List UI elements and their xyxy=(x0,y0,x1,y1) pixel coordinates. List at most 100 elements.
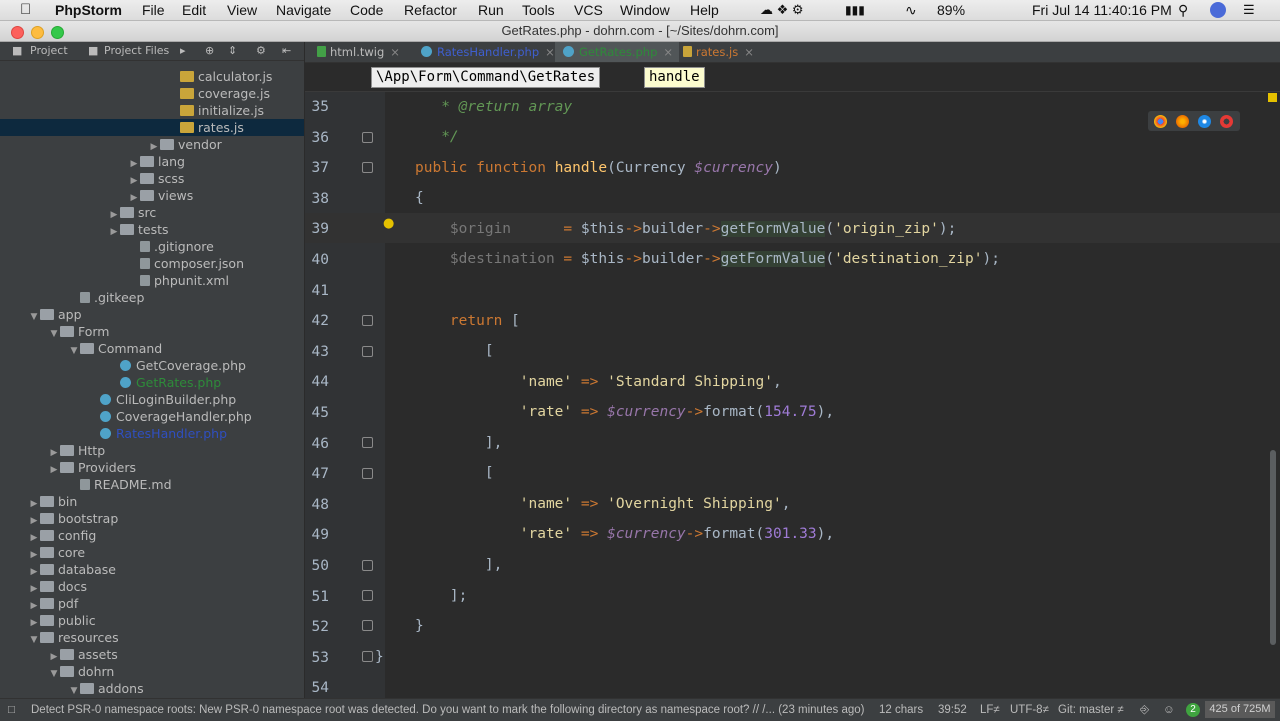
lightbulb-icon[interactable]: ● xyxy=(383,216,394,231)
editor-scrollbar[interactable] xyxy=(1270,450,1276,645)
apple-icon[interactable]:  xyxy=(20,1,31,19)
tree-item[interactable]: phpunit.xml xyxy=(0,272,304,289)
menu-navigate[interactable]: Navigate xyxy=(276,1,331,19)
tab-rates-handler[interactable]: RatesHandler.php × xyxy=(413,42,561,62)
tree-item[interactable]: ▼ app xyxy=(0,306,304,323)
chrome-icon[interactable] xyxy=(1154,115,1167,128)
warning-marker[interactable] xyxy=(1268,93,1277,102)
tree-item[interactable]: RatesHandler.php xyxy=(0,425,304,442)
fold-marker-icon[interactable] xyxy=(362,620,373,631)
status-message[interactable]: Detect PSR-0 namespace roots: New PSR-0 … xyxy=(31,702,865,718)
fold-marker-icon[interactable] xyxy=(362,346,373,357)
tree-item[interactable]: ▼ Command xyxy=(0,340,304,357)
app-menu[interactable]: PhpStorm xyxy=(55,1,122,19)
menu-window[interactable]: Window xyxy=(620,1,670,19)
menu-code[interactable]: Code xyxy=(350,1,383,19)
tree-item[interactable]: ▶ tests xyxy=(0,221,304,238)
tray-icons[interactable]: ☁ ❖ ⚙ xyxy=(760,1,804,19)
notification-center-icon[interactable]: ☰ xyxy=(1243,1,1255,19)
tree-item[interactable]: ▶ assets xyxy=(0,646,304,663)
menu-tools[interactable]: Tools xyxy=(522,1,555,19)
wifi-icon[interactable]: ∿ xyxy=(905,1,917,19)
tree-item[interactable]: ▶ config xyxy=(0,527,304,544)
menu-refactor[interactable]: Refactor xyxy=(404,1,457,19)
gear-icon[interactable]: ⚙ xyxy=(256,44,266,58)
menu-vcs[interactable]: VCS xyxy=(574,1,603,19)
tree-item[interactable]: .gitignore xyxy=(0,238,304,255)
line-separator[interactable]: LF≠ xyxy=(980,702,1000,718)
fold-marker-icon[interactable] xyxy=(362,590,373,601)
tree-item[interactable]: ▶ pdf xyxy=(0,595,304,612)
fold-marker-icon[interactable] xyxy=(362,315,373,326)
tree-item[interactable]: ▶ scss xyxy=(0,170,304,187)
tree-item[interactable]: ▶ docs xyxy=(0,578,304,595)
tree-item[interactable]: ▶ public xyxy=(0,612,304,629)
close-icon[interactable]: × xyxy=(390,45,400,59)
tree-item[interactable]: ▶ bin xyxy=(0,493,304,510)
tree-item[interactable]: ▶ src xyxy=(0,204,304,221)
safari-icon[interactable] xyxy=(1198,115,1211,128)
tab-rates-js[interactable]: rates.js × xyxy=(675,42,760,62)
clock[interactable]: Fri Jul 14 11:40:16 PM xyxy=(1032,1,1172,19)
close-icon[interactable]: × xyxy=(663,45,673,59)
zoom-window-button[interactable] xyxy=(51,26,64,39)
tree-item[interactable]: .gitkeep xyxy=(0,289,304,306)
tab-html-twig[interactable]: html.twig × xyxy=(309,42,406,62)
tree-item[interactable]: rates.js xyxy=(0,119,304,136)
chevron-down-icon[interactable]: ▼ xyxy=(68,683,80,698)
locate-icon[interactable]: ⊕ xyxy=(205,44,214,58)
chevron-right-icon[interactable]: ▸ xyxy=(180,44,186,58)
tab-get-rates[interactable]: GetRates.php × xyxy=(555,42,680,62)
tree-item[interactable]: GetRates.php xyxy=(0,374,304,391)
tree-item[interactable]: CoverageHandler.php xyxy=(0,408,304,425)
siri-icon[interactable] xyxy=(1210,2,1226,18)
menu-edit[interactable]: Edit xyxy=(182,1,206,19)
memory-indicator[interactable]: 425 of 725M xyxy=(1205,701,1275,718)
tree-item[interactable]: README.md xyxy=(0,476,304,493)
tab-project-files[interactable]: Project Files xyxy=(104,44,169,58)
tree-item[interactable]: ▼ dohrn xyxy=(0,663,304,680)
breadcrumb-method[interactable]: handle xyxy=(644,67,705,88)
tree-item[interactable]: ▶ views xyxy=(0,187,304,204)
battery-icon[interactable]: ▮▮▮ xyxy=(845,1,865,19)
minimize-window-button[interactable] xyxy=(31,26,44,39)
fold-marker-icon[interactable] xyxy=(362,560,373,571)
tree-item[interactable]: ▶ Providers xyxy=(0,459,304,476)
event-log-icon[interactable]: □ xyxy=(8,702,15,718)
menu-help[interactable]: Help xyxy=(690,1,719,19)
hide-panel-icon[interactable]: ⇤ xyxy=(282,44,291,58)
tree-item[interactable]: ▶ core xyxy=(0,544,304,561)
fold-marker-icon[interactable] xyxy=(362,132,373,143)
tree-item[interactable]: ▼ resources xyxy=(0,629,304,646)
tree-item[interactable]: GetCoverage.php xyxy=(0,357,304,374)
collapse-icon[interactable]: ⇕ xyxy=(228,44,237,58)
inspector-icon[interactable]: ☺ xyxy=(1163,702,1175,718)
tree-item[interactable]: ▶ Http xyxy=(0,442,304,459)
close-icon[interactable]: × xyxy=(744,45,754,59)
tree-item[interactable]: ▶ bootstrap xyxy=(0,510,304,527)
tree-item[interactable]: calculator.js xyxy=(0,68,304,85)
fold-marker-icon[interactable] xyxy=(362,468,373,479)
fold-marker-icon[interactable] xyxy=(362,651,373,662)
tree-item[interactable]: initialize.js xyxy=(0,102,304,119)
tree-item[interactable]: composer.json xyxy=(0,255,304,272)
close-icon[interactable]: × xyxy=(545,45,555,59)
git-branch[interactable]: Git: master ≠ xyxy=(1058,702,1124,718)
breadcrumb-class[interactable]: \App\Form\Command\GetRates xyxy=(371,67,601,88)
tree-item[interactable]: CliLoginBuilder.php xyxy=(0,391,304,408)
spotlight-icon[interactable]: ⚲ xyxy=(1178,1,1188,19)
close-window-button[interactable] xyxy=(11,26,24,39)
fold-marker-icon[interactable] xyxy=(362,162,373,173)
tree-item[interactable]: ▶ lang xyxy=(0,153,304,170)
file-encoding[interactable]: UTF-8≠ xyxy=(1010,702,1049,718)
firefox-icon[interactable] xyxy=(1176,115,1189,128)
tree-item[interactable]: ▼ Form xyxy=(0,323,304,340)
tree-item[interactable]: coverage.js xyxy=(0,85,304,102)
tree-item[interactable]: ▼ addons xyxy=(0,680,304,698)
menu-run[interactable]: Run xyxy=(478,1,504,19)
caret-position[interactable]: 39:52 xyxy=(938,702,967,718)
tree-item[interactable]: ▶ database xyxy=(0,561,304,578)
lock-icon[interactable]: ⎆ xyxy=(1140,702,1149,718)
tab-project[interactable]: Project xyxy=(30,44,68,58)
menu-view[interactable]: View xyxy=(227,1,257,19)
